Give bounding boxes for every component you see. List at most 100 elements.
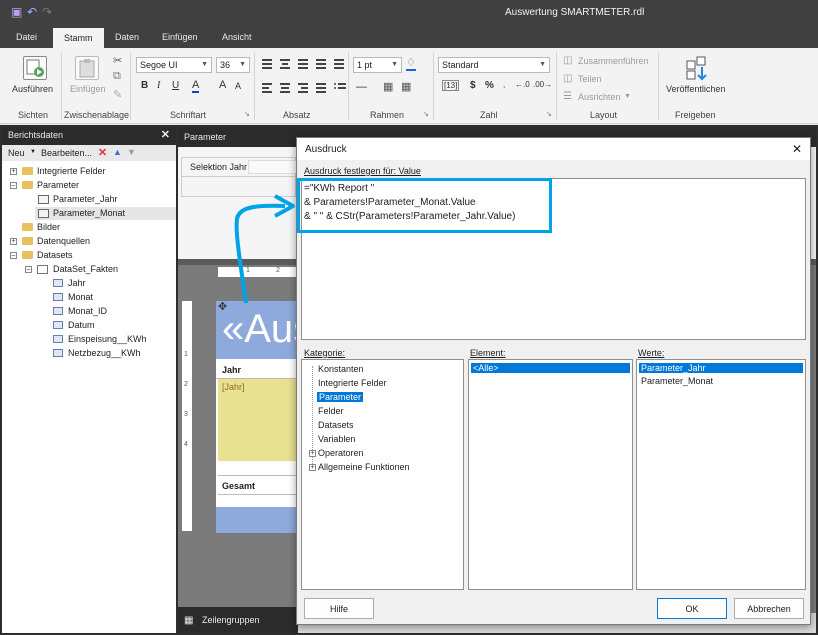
dialog-launcher-icon[interactable]: ↘ — [423, 110, 429, 118]
tree-item-datenquellen[interactable]: Datenquellen — [37, 236, 90, 246]
shrink-font-button[interactable]: A — [235, 81, 241, 91]
value-item-selected[interactable]: Parameter_Jahr — [639, 363, 803, 373]
tree-item-field-einspeisung[interactable]: Einspeisung__KWh — [68, 334, 147, 344]
tab-stamm[interactable]: Stamm — [53, 28, 104, 48]
expand-icon[interactable]: + — [10, 238, 17, 245]
folder-icon — [22, 251, 33, 259]
expand-icon[interactable]: + — [309, 450, 316, 457]
italic-button[interactable]: I — [157, 80, 160, 91]
font-size-combo[interactable]: 36 ▼ — [216, 57, 250, 73]
folder-icon — [22, 181, 33, 189]
values-list[interactable]: Parameter_Jahr Parameter_Monat — [636, 359, 806, 590]
increase-decimal-button[interactable]: ←.0 — [515, 80, 530, 89]
placeholder-style-button[interactable]: [13] — [442, 80, 460, 91]
tree-item-parameter-jahr[interactable]: Parameter_Jahr — [53, 194, 118, 204]
category-item-selected[interactable]: Parameter — [317, 392, 364, 402]
dialog-launcher-icon[interactable]: ↘ — [244, 110, 250, 118]
tree-item-integrated-fields[interactable]: Integrierte Felder — [37, 166, 106, 176]
tab-datei[interactable]: Datei — [16, 32, 37, 42]
tab-ansicht[interactable]: Ansicht — [222, 32, 252, 42]
undo-icon[interactable]: ↶ — [27, 5, 37, 19]
underline-button[interactable]: U — [172, 80, 179, 91]
expand-icon[interactable]: + — [309, 464, 316, 471]
category-item[interactable]: Konstanten — [318, 364, 364, 374]
fill-color-button[interactable]: ♢ — [406, 56, 416, 71]
dialog-launcher-icon[interactable]: ↘ — [546, 110, 552, 118]
number-format-value: Standard — [442, 60, 479, 70]
merge-button[interactable]: Zusammenführen — [578, 56, 649, 66]
total-cell[interactable]: Gesamt — [218, 475, 296, 495]
chevron-down-icon: ▼ — [30, 149, 36, 155]
new-button[interactable]: Neu — [8, 148, 25, 158]
element-item-selected[interactable]: <Alle> — [471, 363, 630, 373]
ruler-number: 1 — [184, 351, 188, 358]
tab-daten[interactable]: Daten — [115, 32, 139, 42]
tree-item-field-monat[interactable]: Monat — [68, 292, 93, 302]
expression-line: & " " & CStr(Parameters!Parameter_Jahr.V… — [304, 211, 516, 222]
ruler-number: 4 — [184, 441, 188, 448]
number-format-combo[interactable]: Standard ▼ — [438, 57, 550, 73]
collapse-icon[interactable]: – — [10, 252, 17, 259]
font-name-combo[interactable]: Segoe UI ▼ — [136, 57, 212, 73]
align-button[interactable]: Ausrichten — [578, 92, 621, 102]
tree-item-field-netzbezug[interactable]: Netzbezug__KWh — [68, 348, 141, 358]
grow-font-button[interactable]: A — [219, 79, 226, 91]
collapse-icon[interactable]: – — [25, 266, 32, 273]
tree-item-parameter-monat[interactable]: Parameter_Monat — [53, 208, 125, 218]
category-item[interactable]: Integrierte Felder — [318, 378, 387, 388]
category-item[interactable]: Allgemeine Funktionen — [318, 462, 410, 472]
format-painter-icon[interactable]: ✎ — [113, 88, 122, 101]
paste-button[interactable]: Einfügen — [70, 84, 106, 94]
parameter-icon — [38, 209, 49, 218]
tree-item-field-monat-id[interactable]: Monat_ID — [68, 306, 107, 316]
border-button[interactable]: ▦ — [383, 80, 393, 93]
run-button[interactable]: Ausführen — [12, 84, 53, 94]
close-icon[interactable]: ✕ — [161, 128, 170, 141]
tree-item-parameter[interactable]: Parameter — [37, 180, 79, 190]
close-icon[interactable]: ✕ — [792, 142, 802, 156]
help-button[interactable]: Hilfe — [304, 598, 374, 619]
bold-button[interactable]: B — [141, 80, 148, 91]
tree-item-field-jahr[interactable]: Jahr — [68, 278, 86, 288]
tree-item-field-datum[interactable]: Datum — [68, 320, 95, 330]
collapse-icon[interactable]: – — [10, 182, 17, 189]
value-item[interactable]: Parameter_Monat — [641, 376, 713, 386]
decrease-decimal-button[interactable]: .00→ — [533, 80, 552, 89]
category-item[interactable]: Variablen — [318, 434, 355, 444]
category-item[interactable]: Datasets — [318, 420, 354, 430]
tree-item-dataset-fakten[interactable]: DataSet_Fakten — [53, 264, 118, 274]
panel-toolbar: Neu ▼ Bearbeiten... ✕ ▲ ▼ — [2, 145, 176, 161]
parameter-input[interactable] — [248, 160, 298, 174]
category-item[interactable]: Felder — [318, 406, 344, 416]
tab-einfuegen[interactable]: Einfügen — [162, 32, 198, 42]
font-color-button[interactable]: A — [192, 79, 200, 93]
edit-button[interactable]: Bearbeiten... — [41, 148, 92, 158]
split-button[interactable]: Teilen — [578, 74, 602, 84]
save-icon[interactable]: ▣ — [11, 5, 22, 19]
border-width-combo[interactable]: 1 pt ▼ — [353, 57, 402, 73]
column-header-cell[interactable]: Jahr — [216, 361, 298, 379]
category-item[interactable]: Operatoren — [318, 448, 364, 458]
move-down-icon[interactable]: ▼ — [127, 147, 136, 157]
border-all-icon[interactable]: ▦ — [401, 80, 411, 93]
redo-icon[interactable]: ↷ — [42, 5, 52, 19]
tree-item-bilder[interactable]: Bilder — [37, 222, 60, 232]
percent-button[interactable]: % — [485, 80, 494, 91]
cut-icon[interactable]: ✂ — [113, 54, 122, 67]
expand-icon[interactable]: + — [10, 168, 17, 175]
element-list[interactable]: <Alle> — [468, 359, 633, 590]
data-cell[interactable]: [Jahr] — [218, 379, 296, 461]
panel-header: Berichtsdaten ✕ — [2, 127, 176, 145]
thousands-separator-button[interactable]: , — [503, 80, 505, 89]
group-label-layout: Layout — [590, 110, 618, 120]
cancel-button[interactable]: Abbrechen — [734, 598, 804, 619]
move-up-icon[interactable]: ▲ — [113, 147, 122, 157]
copy-icon[interactable]: ⧉ — [113, 70, 121, 83]
currency-button[interactable]: $ — [470, 80, 476, 91]
delete-icon[interactable]: ✕ — [98, 146, 107, 159]
category-list[interactable]: Konstanten Integrierte Felder Parameter … — [301, 359, 464, 590]
line-style-button[interactable]: — — [356, 81, 367, 93]
ok-button[interactable]: OK — [657, 598, 727, 619]
tree-item-datasets[interactable]: Datasets — [37, 250, 73, 260]
publish-button[interactable]: Veröffentlichen — [666, 84, 725, 94]
